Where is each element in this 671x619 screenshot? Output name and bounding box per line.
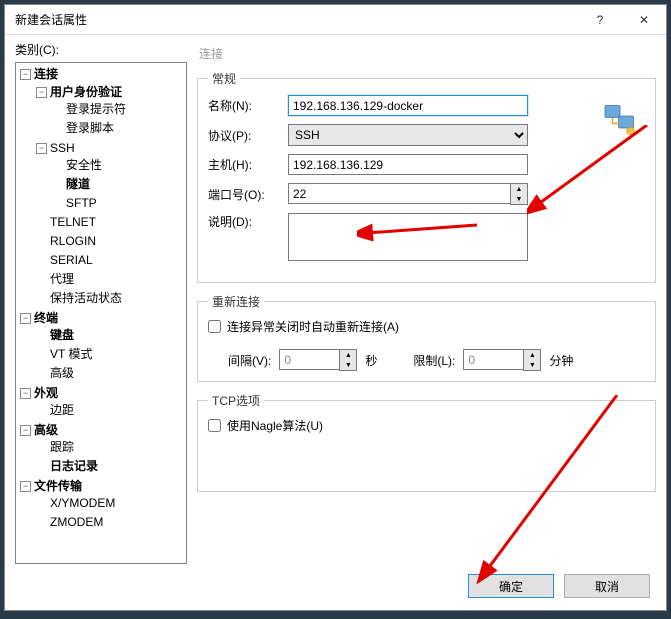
limit-spinner[interactable]: ▲▼ — [463, 349, 541, 371]
collapse-icon[interactable]: − — [20, 481, 31, 492]
spin-up-icon[interactable]: ▲ — [511, 184, 527, 194]
tree-tunnel[interactable]: 隧道 — [66, 176, 90, 193]
collapse-icon[interactable]: − — [20, 388, 31, 399]
reconnect-checkbox[interactable] — [208, 320, 221, 333]
reconnect-legend: 重新连接 — [208, 293, 264, 310]
category-tree[interactable]: −连接 −用户身份验证 登录提示符 登录脚本 −SSH — [15, 62, 187, 564]
tree-login-script[interactable]: 登录脚本 — [66, 120, 114, 137]
collapse-icon[interactable]: − — [36, 87, 47, 98]
spin-down-icon[interactable]: ▼ — [511, 194, 527, 204]
spin-down-icon: ▼ — [524, 360, 540, 370]
tree-proxy[interactable]: 代理 — [50, 271, 74, 288]
tree-telnet[interactable]: TELNET — [50, 214, 96, 231]
spin-up-icon: ▲ — [340, 350, 356, 360]
desc-label: 说明(D): — [208, 213, 288, 230]
collapse-icon[interactable]: − — [20, 425, 31, 436]
ok-button[interactable]: 确定 — [468, 574, 554, 598]
nagle-label: 使用Nagle算法(U) — [227, 417, 323, 434]
interval-input — [279, 349, 339, 370]
general-legend: 常规 — [208, 70, 240, 87]
tcp-group: TCP选项 使用Nagle算法(U) — [197, 392, 656, 492]
host-label: 主机(H): — [208, 156, 288, 173]
spin-up-icon: ▲ — [524, 350, 540, 360]
tree-terminal[interactable]: 终端 — [34, 310, 58, 327]
tree-advanced[interactable]: 高级 — [34, 422, 58, 439]
close-icon: ✕ — [639, 13, 649, 27]
tree-ssh[interactable]: SSH — [50, 140, 75, 157]
titlebar: 新建会话属性 ? ✕ — [5, 5, 666, 35]
tree-file-transfer[interactable]: 文件传输 — [34, 478, 82, 495]
port-input[interactable] — [288, 183, 510, 204]
name-input[interactable] — [288, 95, 528, 116]
tree-sftp[interactable]: SFTP — [66, 195, 97, 212]
host-input[interactable] — [288, 154, 528, 175]
interval-label: 间隔(V): — [228, 352, 271, 369]
protocol-label: 协议(P): — [208, 127, 288, 144]
tree-user-auth[interactable]: 用户身份验证 — [50, 84, 122, 101]
general-group: 常规 名称(N): 协议(P): SSH — [197, 70, 656, 283]
cancel-button[interactable]: 取消 — [564, 574, 650, 598]
network-icon — [602, 101, 638, 137]
tree-keepalive[interactable]: 保持活动状态 — [50, 290, 122, 307]
tree-log[interactable]: 日志记录 — [50, 458, 98, 475]
tree-rlogin[interactable]: RLOGIN — [50, 233, 96, 250]
seconds-label: 秒 — [365, 352, 377, 369]
port-label: 端口号(O): — [208, 186, 288, 203]
name-label: 名称(N): — [208, 97, 288, 114]
tree-zmodem[interactable]: ZMODEM — [50, 514, 103, 531]
nagle-checkbox[interactable] — [208, 419, 221, 432]
desc-input[interactable] — [288, 213, 528, 261]
limit-input — [463, 349, 523, 370]
pane-header: 连接 — [197, 41, 656, 70]
collapse-icon[interactable]: − — [20, 69, 31, 80]
tree-serial[interactable]: SERIAL — [50, 252, 93, 269]
category-label: 类别(C): — [15, 41, 187, 58]
reconnect-group: 重新连接 连接异常关闭时自动重新连接(A) 间隔(V): ▲▼ 秒 — [197, 293, 656, 382]
close-button[interactable]: ✕ — [622, 5, 666, 35]
tree-login-prompt[interactable]: 登录提示符 — [66, 101, 126, 118]
tree-margin[interactable]: 边距 — [50, 402, 74, 419]
collapse-icon[interactable]: − — [20, 313, 31, 324]
tree-security[interactable]: 安全性 — [66, 157, 102, 174]
spin-down-icon: ▼ — [340, 360, 356, 370]
limit-label: 限制(L): — [413, 352, 455, 369]
help-icon: ? — [597, 13, 604, 27]
tree-trace[interactable]: 跟踪 — [50, 439, 74, 456]
help-button[interactable]: ? — [578, 5, 622, 35]
tree-connection[interactable]: 连接 — [34, 66, 58, 83]
tcp-legend: TCP选项 — [208, 392, 264, 409]
collapse-icon[interactable]: − — [36, 143, 47, 154]
tree-xymodem[interactable]: X/YMODEM — [50, 495, 115, 512]
reconnect-label: 连接异常关闭时自动重新连接(A) — [227, 318, 399, 335]
minutes-label: 分钟 — [549, 352, 573, 369]
tree-adv-term[interactable]: 高级 — [50, 365, 74, 382]
port-spinner[interactable]: ▲▼ — [288, 183, 528, 205]
tree-appearance[interactable]: 外观 — [34, 385, 58, 402]
protocol-select[interactable]: SSH — [288, 124, 528, 146]
window-title: 新建会话属性 — [15, 11, 578, 28]
tree-vt[interactable]: VT 模式 — [50, 346, 92, 363]
tree-keyboard[interactable]: 键盘 — [50, 327, 74, 344]
interval-spinner[interactable]: ▲▼ — [279, 349, 357, 371]
